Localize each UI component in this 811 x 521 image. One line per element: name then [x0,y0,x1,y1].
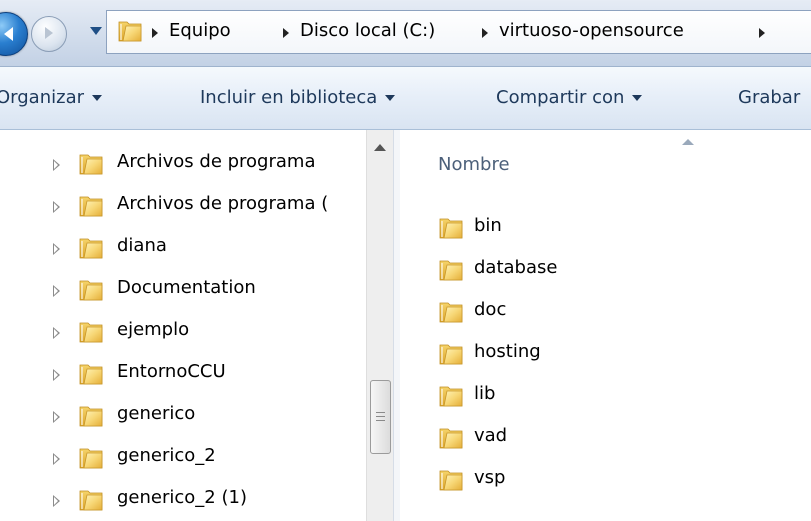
scroll-up-arrow-icon[interactable] [374,144,386,151]
chevron-right-icon[interactable] [482,28,488,38]
share-with-button[interactable]: Compartir con [496,87,643,108]
expand-arrow-icon[interactable] [53,411,60,423]
folder-icon [78,236,104,260]
list-item[interactable]: vad [438,416,738,456]
tree-item-label: Archivos de programa [117,151,316,172]
address-bar: Equipo Disco local (C:) virtuoso-opensou… [0,0,811,67]
tree-item-label: Documentation [117,277,256,298]
folder-icon [78,446,104,470]
navigation-pane-scrollbar[interactable] [366,130,394,521]
list-item[interactable]: hosting [438,332,738,372]
file-list-pane: Nombre bin database doc hosting lib vad … [400,130,811,521]
chevron-down-icon [385,95,396,101]
folder-icon [438,426,464,450]
tree-item[interactable]: Documentation [0,272,370,312]
folder-icon [78,278,104,302]
tree-item-label: EntornoCCU [117,361,226,382]
folder-icon [78,404,104,428]
chevron-right-icon[interactable] [283,28,289,38]
command-bar: Organizar Incluir en biblioteca Comparti… [0,67,811,130]
expand-arrow-icon[interactable] [53,453,60,465]
folder-icon [438,384,464,408]
folder-icon [438,468,464,492]
folder-icon [438,300,464,324]
tree-item[interactable]: generico_2 (1) [0,482,370,521]
share-with-label: Compartir con [496,87,625,108]
navigation-pane: Archivos de programa Archivos de program… [0,130,393,521]
tree-item[interactable]: Archivos de programa [0,146,370,186]
tree-item-label: Archivos de programa ( [117,193,329,214]
folder-icon [78,488,104,512]
tree-item-label: diana [117,235,167,256]
chevron-down-icon [92,95,102,101]
list-item[interactable]: doc [438,290,738,330]
expand-arrow-icon[interactable] [53,201,60,213]
expand-arrow-icon[interactable] [53,495,60,507]
list-item-label: bin [474,215,502,236]
folder-icon [117,19,143,43]
include-in-library-button[interactable]: Incluir en biblioteca [200,87,396,108]
back-button[interactable] [0,12,28,56]
folder-icon [78,194,104,218]
folder-icon [78,362,104,386]
grip-line [376,416,385,417]
folder-icon [78,320,104,344]
folder-icon [438,258,464,282]
forward-button[interactable] [31,16,67,52]
chevron-down-icon [632,95,643,101]
pane-splitter[interactable] [393,130,400,521]
breadcrumb-item-disco-local[interactable]: Disco local (C:) [300,20,435,41]
tree-item[interactable]: Archivos de programa ( [0,188,370,228]
tree-item[interactable]: ejemplo [0,314,370,354]
tree-item-label: generico_2 (1) [117,487,247,508]
grip-line [376,412,385,413]
list-item-label: lib [474,383,496,404]
scrollbar-thumb[interactable] [370,380,391,454]
list-item-label: database [474,257,558,278]
expand-arrow-icon[interactable] [53,285,60,297]
organize-label: Organizar [0,87,84,108]
expand-arrow-icon[interactable] [53,369,60,381]
folder-icon [438,342,464,366]
chevron-right-icon[interactable] [152,28,158,38]
chevron-right-icon[interactable] [759,28,765,38]
list-item[interactable]: database [438,248,738,288]
sort-ascending-icon [682,139,694,145]
tree-item[interactable]: EntornoCCU [0,356,370,396]
list-item[interactable]: vsp [438,458,738,498]
expand-arrow-icon[interactable] [53,327,60,339]
burn-label: Grabar [738,87,801,108]
burn-button[interactable]: Grabar [738,87,800,108]
tree-item-label: generico_2 [117,445,216,466]
list-item-label: hosting [474,341,541,362]
folder-icon [438,216,464,240]
tree-item[interactable]: diana [0,230,370,270]
tree-item-label: ejemplo [117,319,190,340]
list-item-label: vad [474,425,508,446]
breadcrumb-item-equipo[interactable]: Equipo [169,20,231,41]
organize-menu-button[interactable]: Organizar [0,87,102,108]
folder-icon [78,152,104,176]
tree-item[interactable]: generico_2 [0,440,370,480]
list-item[interactable]: bin [438,206,738,246]
recent-pages-dropdown-icon[interactable] [90,27,102,35]
expand-arrow-icon[interactable] [53,243,60,255]
grip-line [376,420,385,421]
include-in-library-label: Incluir en biblioteca [200,87,378,108]
list-item[interactable]: lib [438,374,738,414]
tree-item[interactable]: generico [0,398,370,438]
list-item-label: doc [474,299,507,320]
breadcrumb-item-virtuoso-opensource[interactable]: virtuoso-opensource [499,20,684,41]
column-header-name[interactable]: Nombre [438,154,510,175]
list-item-label: vsp [474,467,506,488]
expand-arrow-icon[interactable] [53,159,60,171]
tree-item-label: generico [117,403,196,424]
breadcrumb[interactable]: Equipo Disco local (C:) virtuoso-opensou… [106,10,811,54]
